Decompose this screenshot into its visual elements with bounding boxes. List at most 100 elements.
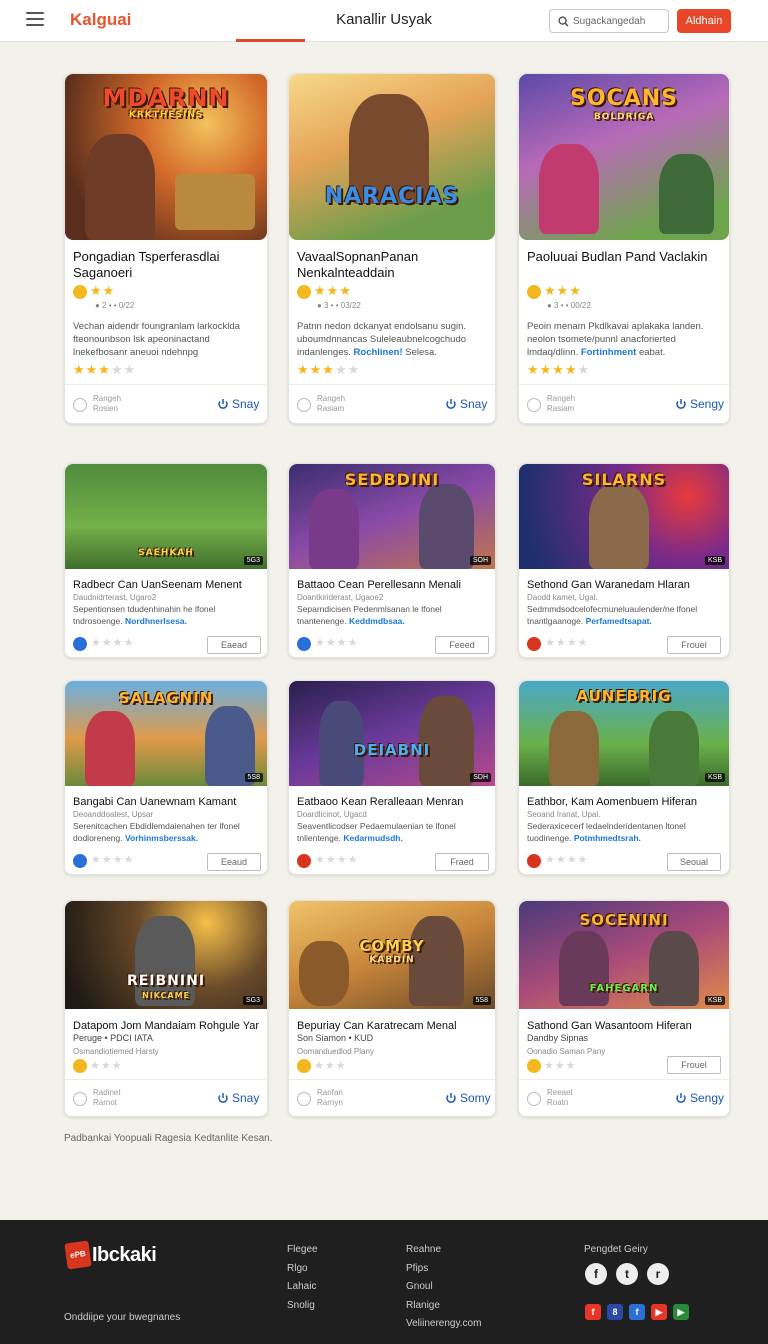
more-link[interactable]: Nordhnerlsesa. (125, 616, 187, 626)
app-icon-1[interactable]: f (585, 1304, 601, 1320)
action-button[interactable]: Feeed (435, 636, 489, 654)
footer-link[interactable]: Gnoul (406, 1278, 481, 1297)
twitter-icon[interactable]: t (616, 1263, 638, 1285)
play-button[interactable]: Snay (217, 1091, 259, 1105)
coin-icon (527, 284, 541, 299)
game-card[interactable]: MDARNN KRKTHESINS Pongadian Tsperferasdl… (64, 73, 268, 424)
play-store-icon[interactable]: ▶ (673, 1304, 689, 1320)
game-thumbnail[interactable]: SILARNS KSB (519, 464, 729, 569)
footer-link[interactable]: Reahne (406, 1241, 481, 1260)
game-card[interactable]: SILARNS KSB Sethond Gan Waranedam Hlaran… (518, 463, 730, 658)
game-thumbnail[interactable]: NARACIAS (289, 74, 495, 240)
rating-stars: ★★★★ (315, 637, 359, 649)
select-radio[interactable] (527, 1092, 541, 1106)
game-card[interactable]: SOCENINI FAHEGARN KSB Sathond Gan Wasant… (518, 900, 730, 1117)
more-link[interactable]: Vorhinmsberssak. (125, 833, 198, 843)
game-card[interactable]: SAEHKAH 5G3 Radbecr Can UanSeenam Menent… (64, 463, 268, 658)
more-link[interactable]: Keddmdbsaa. (349, 616, 405, 626)
search-input[interactable] (573, 15, 665, 27)
play-button[interactable]: Sengy (675, 1091, 724, 1105)
rating-stars: ★★★ (297, 1059, 347, 1074)
more-link[interactable]: Kedarmudsdh. (343, 833, 403, 843)
signup-button[interactable]: Aldhain (677, 9, 731, 33)
game-description: Seaventlicodser Pedaemulaenian te lfonel… (297, 821, 456, 843)
app-icon-3[interactable]: f (629, 1304, 645, 1320)
play-button[interactable]: Sengy (675, 397, 724, 411)
game-thumbnail[interactable]: SAEHKAH 5G3 (65, 464, 267, 569)
game-subtitle: Daodd kamet, Ugal. (527, 593, 598, 602)
select-radio[interactable] (527, 398, 541, 412)
game-thumbnail[interactable]: SOCENINI FAHEGARN KSB (519, 901, 729, 1009)
reddit-icon[interactable]: r (647, 1263, 669, 1285)
rating-stars: ★★★★ (315, 854, 359, 866)
game-title[interactable]: Eatbaoo Kean Reralleaan Menran (297, 794, 463, 810)
game-thumbnail[interactable]: MDARNN KRKTHESINS (65, 74, 267, 240)
action-button[interactable]: Eaead (207, 636, 261, 654)
game-title[interactable]: Eathbor, Kam Aomenbuem Hiferan (527, 794, 697, 810)
select-radio[interactable] (73, 398, 87, 412)
game-title[interactable]: Battaoo Cean Perellesann Menali (297, 577, 461, 593)
select-radio[interactable] (297, 398, 311, 412)
search-box[interactable] (549, 9, 669, 33)
game-card[interactable]: REIBNINI NIKCAME SG3 Datapom Jom Mandaia… (64, 900, 268, 1117)
power-icon (218, 399, 228, 409)
badge: KSB (704, 996, 725, 1005)
more-link[interactable]: Potmhmedtsrah. (574, 833, 641, 843)
game-card[interactable]: NARACIAS VavaalSopnanPanan Nenkalnteadda… (288, 73, 496, 424)
game-thumbnail[interactable]: SOCANS BOLDRIGA (519, 74, 729, 240)
game-title[interactable]: Pongadian Tsperferasdlai Saganoeri (73, 249, 263, 281)
select-radio[interactable] (73, 1092, 87, 1106)
page-note: Padbankai Yoopuali Ragesia Kedtanlite Ke… (64, 1133, 273, 1144)
footer-link[interactable]: Lahaic (287, 1278, 318, 1297)
coin-icon (297, 1059, 311, 1074)
youtube-icon[interactable]: ▶ (651, 1304, 667, 1320)
coin-icon (297, 284, 311, 299)
game-title[interactable]: Datapom Jom Mandaiam Rohgule Yar (73, 1018, 259, 1034)
app-icon-2[interactable]: 8 (607, 1304, 623, 1320)
game-title[interactable]: Bangabi Can Uanewnam Kamant (73, 794, 236, 810)
more-link[interactable]: Fortinhment (581, 347, 636, 358)
game-title[interactable]: Radbecr Can UanSeenam Menent (73, 577, 242, 593)
game-card[interactable]: SALAGNIN 5S8 Bangabi Can Uanewnam Kamant… (64, 680, 268, 875)
facebook-icon[interactable]: f (585, 1263, 607, 1285)
game-card[interactable]: SEDBDINI SOH Battaoo Cean Perellesann Me… (288, 463, 496, 658)
game-title[interactable]: Sathond Gan Wasantoom Hiferan (527, 1018, 692, 1034)
footer-link[interactable]: Snolig (287, 1297, 318, 1316)
game-thumbnail[interactable]: REIBNINI NIKCAME SG3 (65, 901, 267, 1009)
game-card[interactable]: DEIABNI SDH Eatbaoo Kean Reralleaan Menr… (288, 680, 496, 875)
action-button[interactable]: Seoual (667, 853, 721, 871)
game-thumbnail[interactable]: COMBY KABDIN 5S8 (289, 901, 495, 1009)
action-button[interactable]: Frouel (667, 1056, 721, 1074)
game-thumbnail[interactable]: SEDBDINI SOH (289, 464, 495, 569)
game-thumbnail[interactable]: AUNEBRIG KSB (519, 681, 729, 786)
game-thumbnail[interactable]: SALAGNIN 5S8 (65, 681, 267, 786)
game-card[interactable]: AUNEBRIG KSB Eathbor, Kam Aomenbuem Hife… (518, 680, 730, 875)
play-button[interactable]: Snay (445, 397, 487, 411)
play-button[interactable]: Snay (217, 397, 259, 411)
action-button[interactable]: Frouel (667, 636, 721, 654)
game-thumbnail[interactable]: DEIABNI SDH (289, 681, 495, 786)
game-subtitle: Son Siamon • KUD (297, 1033, 374, 1043)
game-title[interactable]: Bepuriay Can Karatrecam Menal (297, 1018, 457, 1034)
footer-link[interactable]: Flegee (287, 1241, 318, 1260)
game-title[interactable]: VavaalSopnanPanan Nenkalnteaddain (297, 249, 491, 281)
play-button[interactable]: Somy (445, 1091, 491, 1105)
footer-link[interactable]: Rlanige (406, 1297, 481, 1316)
footer-logo[interactable]: ePB Ibckaki (64, 1240, 157, 1270)
more-link[interactable]: Perfamedtsapat. (586, 616, 652, 626)
action-button[interactable]: Eeaud (207, 853, 261, 871)
game-card[interactable]: SOCANS BOLDRIGA Paoluuai Budlan Pand Vac… (518, 73, 730, 424)
category-icon (297, 854, 311, 868)
rating-stars: ★★★★ (545, 854, 589, 866)
select-radio[interactable] (297, 1092, 311, 1106)
game-title[interactable]: Paoluuai Budlan Pand Vaclakin (527, 249, 725, 265)
footer-link[interactable]: Veliinerengy.com (406, 1315, 481, 1334)
game-card[interactable]: COMBY KABDIN 5S8 Bepuriay Can Karatrecam… (288, 900, 496, 1117)
game-title[interactable]: Sethond Gan Waranedam Hlaran (527, 577, 690, 593)
power-icon (446, 1093, 456, 1103)
action-button[interactable]: Fraed (435, 853, 489, 871)
category-icon (73, 637, 87, 651)
footer-link[interactable]: Pfips (406, 1260, 481, 1279)
more-link[interactable]: Rochlinen! (354, 347, 403, 358)
footer-link[interactable]: Rlgo (287, 1260, 318, 1279)
